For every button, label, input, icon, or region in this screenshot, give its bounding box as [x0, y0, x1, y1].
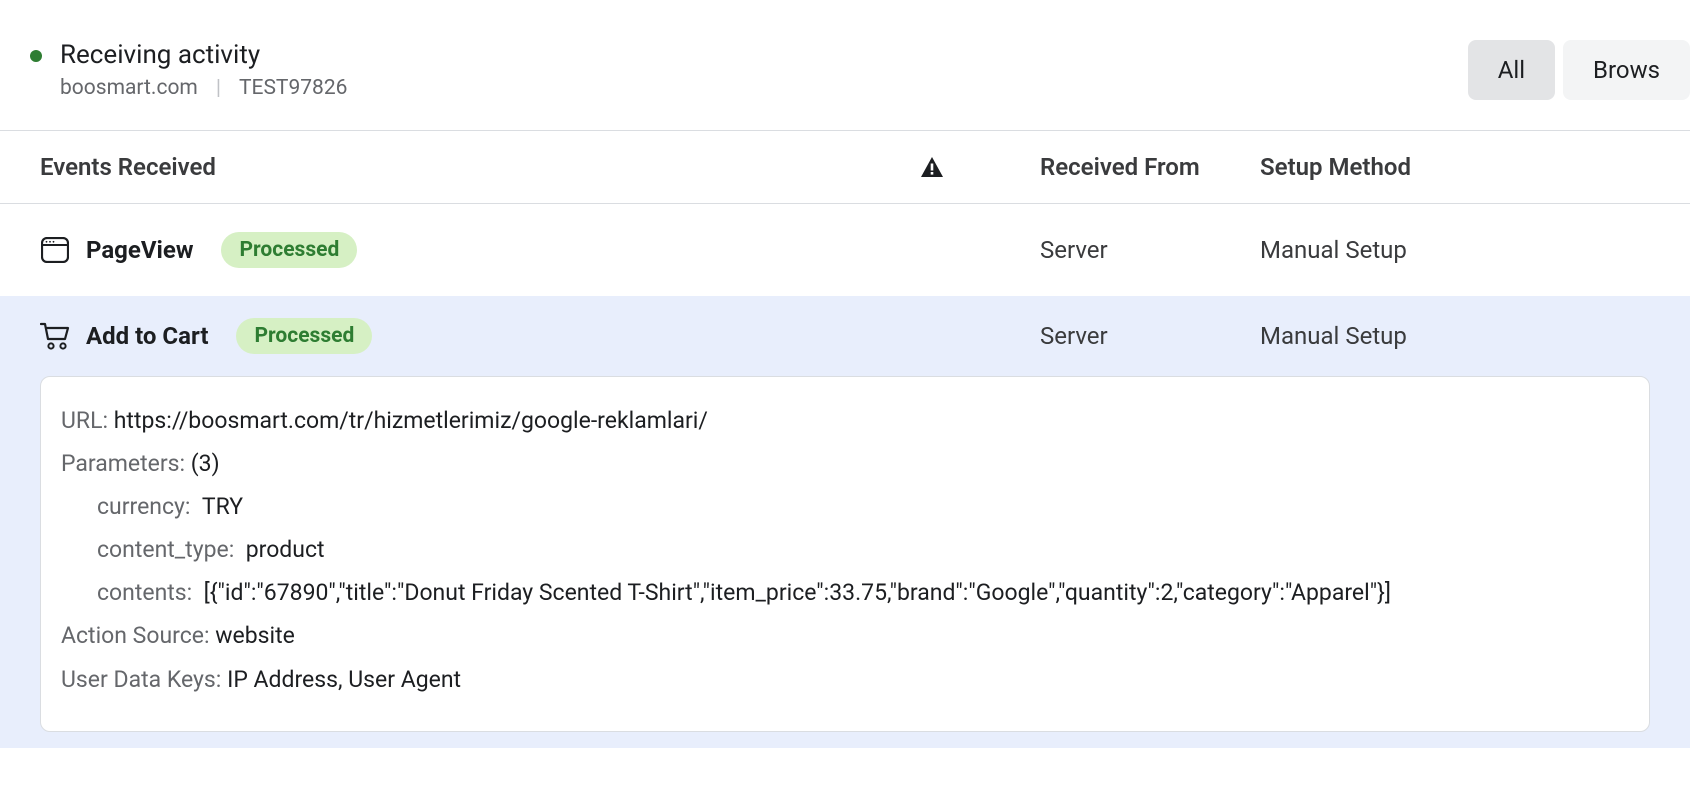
event-cell: PageView Processed	[40, 232, 920, 268]
tab-browser[interactable]: Brows	[1563, 40, 1690, 100]
col-warning-icon	[920, 156, 1040, 178]
detail-parameters-count: (3)	[191, 450, 220, 477]
subtitle-separator: |	[216, 76, 221, 100]
event-cell: Add to Cart Processed	[40, 318, 920, 354]
param-value: [{"id":"67890","title":"Donut Friday Sce…	[204, 579, 1391, 606]
param-key: currency:	[97, 493, 190, 520]
expanded-wrapper: Add to Cart Processed Server Manual Setu…	[0, 296, 1690, 748]
detail-user-data-keys-value: IP Address, User Agent	[227, 666, 461, 693]
detail-url-line: URL: https://boosmart.com/tr/hizmetlerim…	[61, 401, 1629, 440]
detail-user-data-keys-line: User Data Keys: IP Address, User Agent	[61, 660, 1629, 699]
status-badge: Processed	[236, 318, 372, 354]
col-setup-method: Setup Method	[1260, 153, 1690, 181]
browser-window-icon	[40, 235, 70, 265]
detail-user-data-keys-label: User Data Keys:	[61, 666, 221, 693]
param-currency: currency: TRY	[61, 487, 1629, 526]
detail-url-value: https://boosmart.com/tr/hizmetlerimiz/go…	[114, 407, 708, 434]
param-key: content_type:	[97, 536, 234, 563]
status-indicator-dot	[30, 50, 42, 62]
event-name: Add to Cart	[86, 322, 208, 350]
cart-icon	[40, 321, 70, 351]
warning-icon	[920, 156, 944, 178]
tab-all[interactable]: All	[1468, 40, 1555, 100]
detail-action-source-label: Action Source:	[61, 622, 210, 649]
param-contents: contents: [{"id":"67890","title":"Donut …	[61, 573, 1629, 612]
detail-action-source-value: website	[215, 622, 295, 649]
page-title: Receiving activity	[60, 40, 347, 71]
detail-action-source-line: Action Source: website	[61, 616, 1629, 655]
event-details-panel: URL: https://boosmart.com/tr/hizmetlerim…	[40, 376, 1650, 732]
table-header: Events Received Received From Setup Meth…	[0, 130, 1690, 204]
detail-parameters-label: Parameters:	[61, 450, 185, 477]
setup-method-cell: Manual Setup	[1260, 322, 1690, 350]
received-from-cell: Server	[1040, 322, 1260, 350]
received-from-cell: Server	[1040, 236, 1260, 264]
detail-url-label: URL:	[61, 407, 108, 434]
page-header: Receiving activity boosmart.com | TEST97…	[0, 0, 1690, 130]
detail-parameters-line: Parameters: (3)	[61, 444, 1629, 483]
status-badge: Processed	[221, 232, 357, 268]
param-content-type: content_type: product	[61, 530, 1629, 569]
event-name: PageView	[86, 236, 193, 264]
event-row-add-to-cart[interactable]: Add to Cart Processed Server Manual Setu…	[0, 296, 1690, 376]
param-key: contents:	[97, 579, 192, 606]
setup-method-cell: Manual Setup	[1260, 236, 1690, 264]
header-left: Receiving activity boosmart.com | TEST97…	[30, 40, 347, 99]
col-received-from: Received From	[1040, 153, 1260, 181]
tabs: All Brows	[1468, 40, 1690, 100]
col-events-received: Events Received	[40, 153, 920, 181]
subtitle-row: boosmart.com | TEST97826	[60, 76, 347, 100]
event-row-pageview[interactable]: PageView Processed Server Manual Setup	[0, 204, 1690, 296]
param-value: TRY	[202, 493, 243, 520]
param-value: product	[246, 536, 325, 563]
title-block: Receiving activity boosmart.com | TEST97…	[60, 40, 347, 99]
pixel-id-text: TEST97826	[239, 76, 347, 100]
domain-text: boosmart.com	[60, 76, 198, 100]
